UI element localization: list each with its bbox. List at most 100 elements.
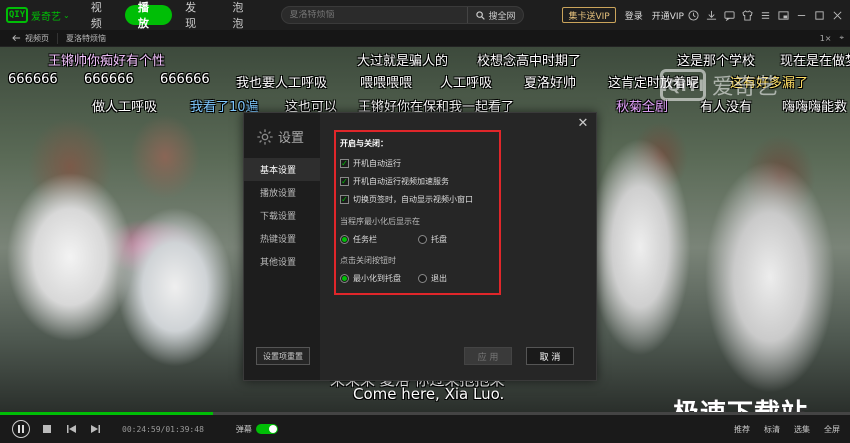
subtitle-english: Come here, Xia Luo. xyxy=(353,385,505,403)
login-link[interactable]: 登录 xyxy=(625,9,643,22)
danmaku-comment: 校想念高中时期了 xyxy=(477,54,582,69)
cancel-button[interactable]: 取 消 xyxy=(526,347,574,365)
minimize-group-label: 当程序最小化后显示在 xyxy=(340,217,420,226)
nav-tab-video[interactable]: 视频 xyxy=(78,1,125,30)
checkbox-autostart[interactable]: ✓ 开机自动运行 xyxy=(340,157,499,170)
settings-menu-playback[interactable]: 播放设置 xyxy=(244,181,320,204)
previous-button[interactable] xyxy=(64,422,78,436)
checkbox-label: 开机自动运行 xyxy=(353,159,401,168)
settings-menu-basic[interactable]: 基本设置 xyxy=(244,158,320,181)
radio-tray[interactable]: 托盘 xyxy=(418,234,496,245)
checkbox-checked-icon[interactable]: ✓ xyxy=(340,177,349,186)
danmaku-comment: 王锵帅你痴好有个性 xyxy=(48,54,166,69)
checkbox-mini-window[interactable]: ✓ 切换页签时，自动显示视频小窗口 xyxy=(340,193,499,206)
quality-button[interactable]: 标清 xyxy=(764,424,780,435)
skin-icon[interactable] xyxy=(738,6,756,24)
radio-unselected-icon[interactable] xyxy=(418,273,427,283)
radio-selected-icon[interactable] xyxy=(340,234,349,244)
maximize-icon[interactable] xyxy=(810,6,828,24)
watermark-logo: iQIYI xyxy=(660,69,706,101)
checkbox-accel-service[interactable]: ✓ 开机自动运行视频加速服务 xyxy=(340,175,499,188)
breadcrumb-tools: 1× ⌖ xyxy=(812,33,844,43)
fullscreen-button[interactable]: 全屏 xyxy=(824,424,840,435)
download-icon[interactable] xyxy=(702,6,720,24)
radio-exit[interactable]: 退出 xyxy=(418,273,496,284)
settings-menu-hotkey[interactable]: 热键设置 xyxy=(244,227,320,250)
site-watermark: 极速下载站 xyxy=(673,393,808,412)
logo-text: 爱奇艺 xyxy=(31,11,61,23)
section-title: 开启与关闭： xyxy=(340,139,388,148)
nav-tab-bubble[interactable]: 泡泡 xyxy=(219,1,266,30)
settings-title: 设置 xyxy=(256,127,320,146)
pause-button[interactable] xyxy=(12,420,30,438)
nav-tab-play[interactable]: 播放 xyxy=(124,1,173,30)
breadcrumb-current: 夏洛特烦恼 xyxy=(57,32,114,44)
settings-menu-other[interactable]: 其他设置 xyxy=(244,250,320,273)
iqiyi-watermark: iQIYI 爱奇艺 xyxy=(660,69,778,101)
back-to-video-page[interactable]: 视频页 xyxy=(0,33,57,44)
stop-icon xyxy=(43,425,51,433)
mini-mode-icon[interactable] xyxy=(774,6,792,24)
apply-button[interactable]: 应 用 xyxy=(464,347,512,365)
danmaku-comment: 666666 xyxy=(8,72,58,87)
danmaku-toggle[interactable] xyxy=(255,424,278,434)
radio-label: 最小化到托盘 xyxy=(353,273,401,283)
radio-selected-icon[interactable] xyxy=(340,273,349,283)
search-icon xyxy=(476,10,486,20)
settings-menu-download[interactable]: 下载设置 xyxy=(244,204,320,227)
gear-icon xyxy=(257,128,273,145)
settings-sidebar: 设置 基本设置 播放设置 下载设置 热键设置 其他设置 设置项重置 xyxy=(244,113,320,380)
close-icon[interactable] xyxy=(828,6,846,24)
danmaku-comment: 这是那个学校 xyxy=(677,54,756,69)
settings-dialog: 设置 基本设置 播放设置 下载设置 热键设置 其他设置 设置项重置 ✕ 开启与关… xyxy=(243,112,597,381)
radio-label: 任务栏 xyxy=(353,234,377,244)
player-right-controls: 推荐 标清 选集 全屏 xyxy=(720,424,840,435)
recommend-button[interactable]: 推荐 xyxy=(734,424,750,435)
vip-promo-badge[interactable]: 集卡送VIP xyxy=(562,7,616,23)
checkbox-label: 切换页签时，自动显示视频小窗口 xyxy=(353,195,473,204)
checkbox-checked-icon[interactable]: ✓ xyxy=(340,195,349,204)
radio-minimize-to-tray[interactable]: 最小化到托盘 xyxy=(340,273,418,284)
breadcrumb: 视频页 夏洛特烦恼 1× ⌖ xyxy=(0,30,850,47)
danmaku-comment: 夏洛好帅 xyxy=(524,76,577,91)
nav-tab-discover[interactable]: 发现 xyxy=(172,1,219,30)
search-all-label: 搜全网 xyxy=(488,11,516,22)
radio-label: 托盘 xyxy=(431,234,447,244)
message-icon[interactable] xyxy=(720,6,738,24)
main-nav: 视频 播放 发现 泡泡 xyxy=(78,1,267,30)
menu-icon[interactable] xyxy=(756,6,774,24)
search-all-button[interactable]: 搜全网 xyxy=(467,7,523,23)
window-controls xyxy=(684,6,846,24)
history-icon[interactable] xyxy=(684,6,702,24)
settings-menu: 基本设置 播放设置 下载设置 热键设置 其他设置 xyxy=(244,158,320,273)
open-vip-link[interactable]: 开通VIP xyxy=(652,9,684,22)
danmaku-comment: 嗨嗨嗨能救 xyxy=(782,100,848,115)
search-input[interactable] xyxy=(281,10,468,20)
danmaku-comment: 我也要人工呼吸 xyxy=(236,76,328,91)
player-controls: 00:24:59/01:39:48 弹幕 推荐 标清 选集 全屏 xyxy=(0,415,850,443)
danmaku-comment: 666666 xyxy=(84,72,134,87)
back-label: 视频页 xyxy=(25,33,49,43)
radio-unselected-icon[interactable] xyxy=(418,234,427,244)
watermark-text: 爱奇艺 xyxy=(712,75,779,100)
danmaku-comment: 喂喂喂喂 xyxy=(360,76,413,91)
reset-settings-button[interactable]: 设置项重置 xyxy=(256,347,310,365)
episodes-button[interactable]: 选集 xyxy=(794,424,810,435)
radio-taskbar[interactable]: 任务栏 xyxy=(340,234,418,245)
next-button[interactable] xyxy=(88,422,102,436)
settings-title-text: 设置 xyxy=(278,131,305,146)
dialog-close-icon[interactable]: ✕ xyxy=(576,116,590,131)
minimize-icon[interactable] xyxy=(792,6,810,24)
checkbox-checked-icon[interactable]: ✓ xyxy=(340,159,349,168)
stop-button[interactable] xyxy=(40,422,54,436)
minimize-radio-group: 任务栏 托盘 xyxy=(340,233,499,245)
back-arrow-icon xyxy=(12,34,21,42)
app-logo[interactable]: QIY 爱奇艺 ⌄ xyxy=(6,7,70,23)
scale-indicator[interactable]: 1× xyxy=(820,34,832,43)
danmaku-comment: 666666 xyxy=(160,72,210,87)
pin-icon[interactable]: ⌖ xyxy=(839,33,844,43)
danmaku-comment: 大过就是骗人的 xyxy=(357,54,449,69)
danmaku-comment: 人工呼吸 xyxy=(440,76,493,91)
search-bar: 搜全网 xyxy=(280,6,525,24)
danmaku-comment: 做人工呼吸 xyxy=(92,100,158,115)
